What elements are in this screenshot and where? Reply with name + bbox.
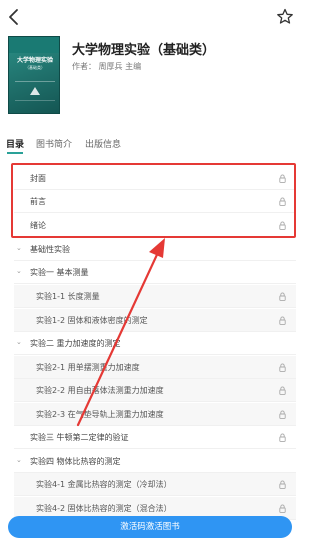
annotation-arrow-icon [76, 238, 165, 427]
activate-book-button[interactable]: 激活码激活图书 [8, 516, 292, 538]
